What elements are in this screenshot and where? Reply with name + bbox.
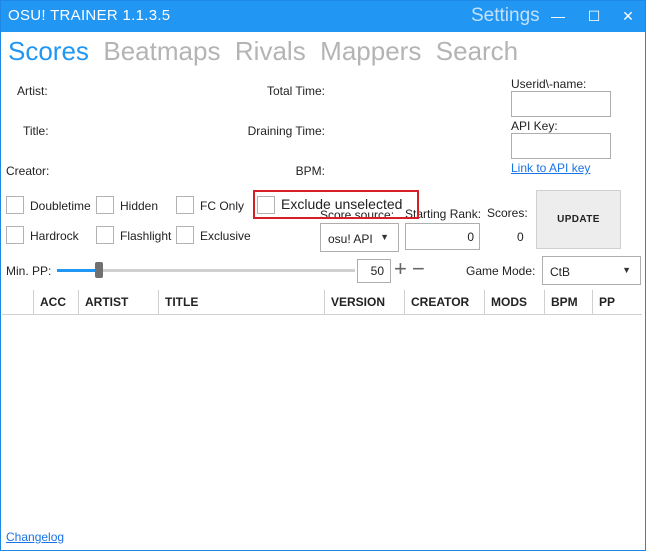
flashlight-label: Flashlight — [120, 229, 172, 243]
plus-icon[interactable]: + — [394, 256, 407, 282]
game-mode-label: Game Mode: — [466, 264, 536, 278]
scores-table-header: ACC ARTIST TITLE VERSION CREATOR MODS BP… — [2, 290, 642, 315]
apikey-input[interactable] — [511, 133, 611, 159]
app-window: OSU! TRAINER 1.1.3.5 Settings — ☐ ✕ Scor… — [0, 0, 646, 551]
min-pp-value[interactable]: 50 — [357, 259, 391, 283]
min-pp-label: Min. PP: — [6, 264, 52, 278]
artist-label: Artist: — [17, 84, 48, 98]
hidden-label: Hidden — [120, 199, 159, 213]
tab-bar: Scores Beatmaps Rivals Mappers Search — [8, 36, 528, 70]
scores-table-body[interactable] — [2, 316, 642, 526]
app-title: OSU! TRAINER 1.1.3.5 — [8, 7, 171, 24]
title-bar[interactable]: OSU! TRAINER 1.1.3.5 Settings — ☐ ✕ — [1, 1, 645, 32]
game-mode-value: CtB — [550, 265, 571, 279]
score-source-value: osu! API — [328, 232, 373, 246]
tab-scores[interactable]: Scores — [8, 36, 89, 67]
scores-label: Scores: — [487, 206, 528, 220]
fc-only-label: FC Only — [200, 199, 245, 213]
min-pp-slider-thumb[interactable] — [95, 262, 103, 278]
bpm-label: BPM: — [295, 164, 325, 178]
close-icon[interactable]: ✕ — [616, 5, 640, 27]
score-source-select[interactable]: osu! API ▼ — [320, 223, 399, 252]
minimize-icon[interactable]: — — [546, 5, 570, 27]
tab-rivals[interactable]: Rivals — [235, 36, 306, 67]
tab-beatmaps[interactable]: Beatmaps — [103, 36, 220, 67]
tab-search[interactable]: Search — [436, 36, 518, 67]
changelog-link[interactable]: Changelog — [6, 530, 64, 544]
highlight-annotation — [253, 190, 419, 219]
column-pp[interactable]: PP — [592, 290, 642, 314]
settings-link[interactable]: Settings — [471, 5, 540, 27]
tab-mappers[interactable]: Mappers — [320, 36, 421, 67]
minus-icon[interactable]: − — [412, 256, 425, 282]
flashlight-checkbox[interactable] — [96, 226, 114, 244]
column-acc[interactable]: ACC — [33, 290, 78, 314]
column-creator[interactable]: CREATOR — [404, 290, 484, 314]
exclusive-checkbox[interactable] — [176, 226, 194, 244]
fc-only-checkbox[interactable] — [176, 196, 194, 214]
userid-input[interactable] — [511, 91, 611, 117]
apikey-label: API Key: — [511, 119, 558, 133]
total-time-label: Total Time: — [266, 84, 325, 98]
column-mods[interactable]: MODS — [484, 290, 544, 314]
update-button[interactable]: UPDATE — [536, 190, 621, 249]
game-mode-select[interactable]: CtB ▼ — [542, 256, 641, 285]
column-title[interactable]: TITLE — [158, 290, 324, 314]
min-pp-slider-fill — [57, 269, 99, 272]
starting-rank-input[interactable]: 0 — [405, 223, 480, 250]
hardrock-checkbox[interactable] — [6, 226, 24, 244]
column-select[interactable] — [2, 290, 33, 314]
doubletime-label: Doubletime — [30, 199, 91, 213]
column-artist[interactable]: ARTIST — [78, 290, 158, 314]
column-version[interactable]: VERSION — [324, 290, 404, 314]
hardrock-label: Hardrock — [30, 229, 79, 243]
hidden-checkbox[interactable] — [96, 196, 114, 214]
maximize-icon[interactable]: ☐ — [582, 5, 606, 27]
userid-label: Userid\-name: — [511, 77, 587, 91]
draining-time-label: Draining Time: — [247, 124, 325, 138]
chevron-down-icon: ▼ — [622, 265, 631, 275]
doubletime-checkbox[interactable] — [6, 196, 24, 214]
title-label: Title: — [23, 124, 49, 138]
scores-count: 0 — [517, 230, 524, 244]
column-bpm[interactable]: BPM — [544, 290, 592, 314]
exclusive-label: Exclusive — [200, 229, 251, 243]
chevron-down-icon: ▼ — [380, 232, 389, 242]
api-key-link[interactable]: Link to API key — [511, 161, 590, 175]
creator-label: Creator: — [6, 164, 50, 178]
